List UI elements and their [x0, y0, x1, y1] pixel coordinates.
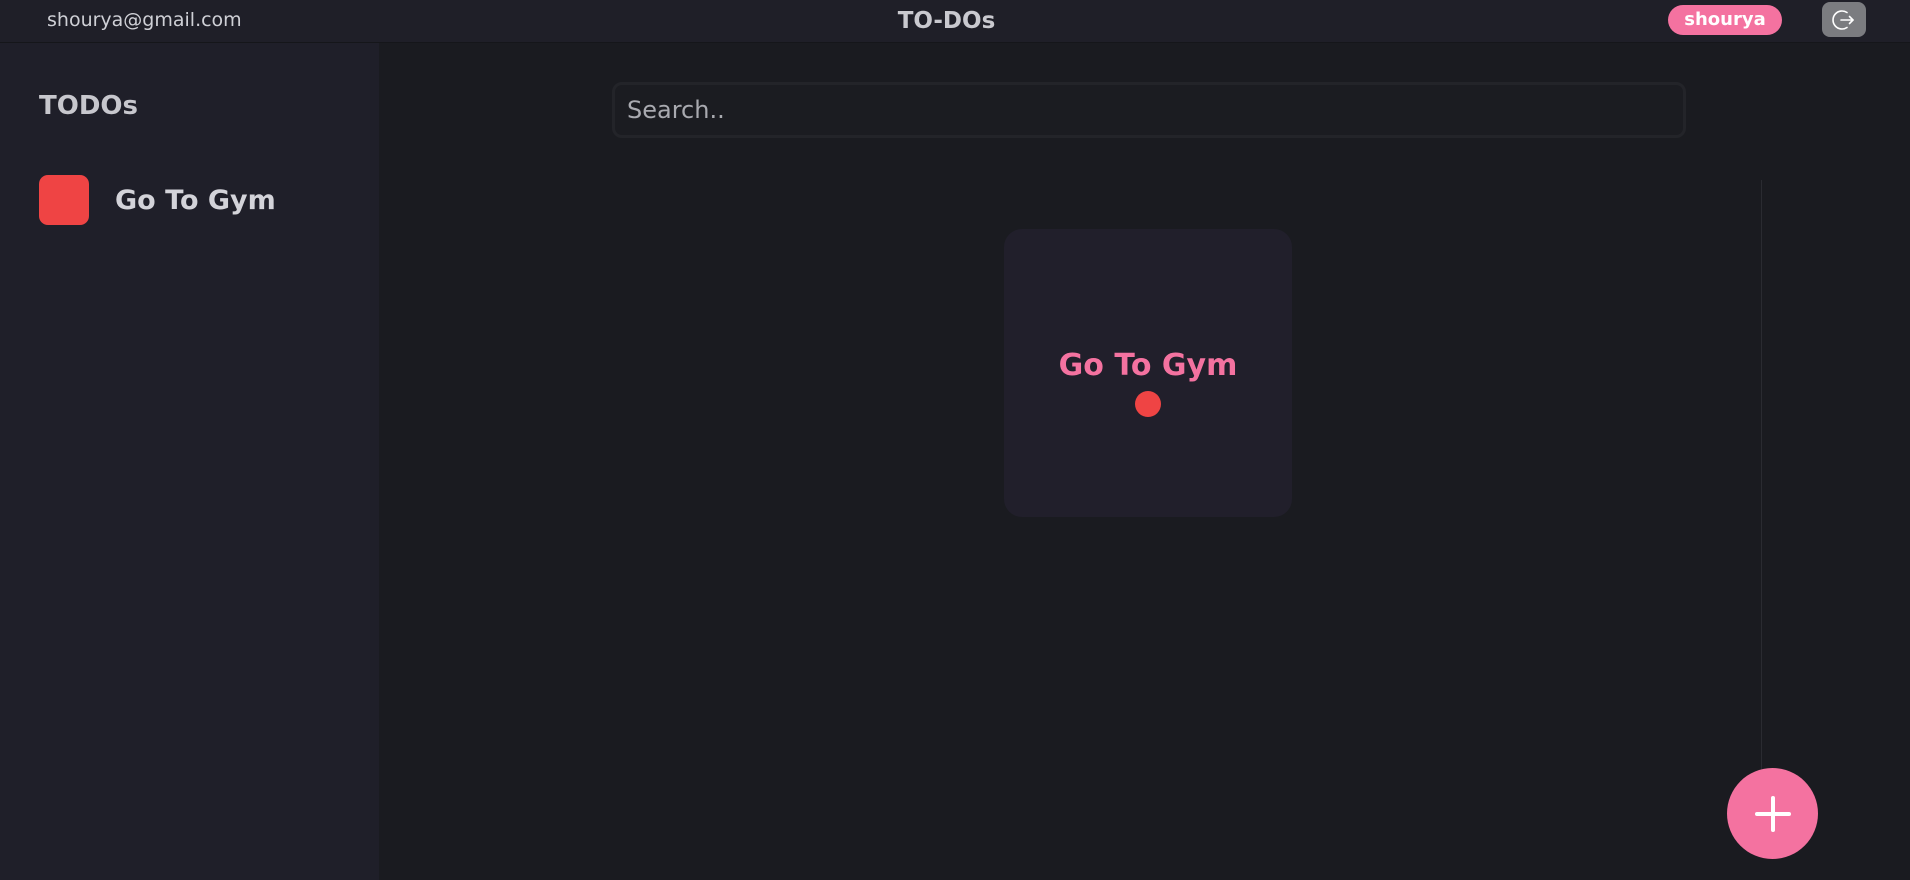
sidebar-item-go-to-gym[interactable]: Go To Gym — [39, 175, 359, 225]
todo-card[interactable]: Go To Gym — [1004, 229, 1292, 517]
app-title: TO-DOs — [897, 8, 996, 34]
add-todo-button[interactable] — [1727, 768, 1818, 859]
sidebar: TODOs Go To Gym — [0, 43, 379, 880]
logout-icon — [1832, 9, 1854, 30]
search-box — [612, 82, 1686, 138]
sidebar-item-label: Go To Gym — [115, 184, 276, 216]
username-badge[interactable]: shourya — [1668, 5, 1782, 35]
sidebar-title: TODOs — [39, 91, 138, 121]
top-bar: shourya@gmail.com TO-DOs shourya — [0, 0, 1910, 43]
logout-button[interactable] — [1822, 2, 1866, 37]
todo-color-dot — [1135, 391, 1161, 417]
plus-icon — [1754, 795, 1791, 832]
search-input[interactable] — [615, 85, 1683, 135]
vertical-divider — [1761, 180, 1762, 770]
todo-color-swatch — [39, 175, 89, 225]
todo-card-title: Go To Gym — [1058, 348, 1238, 383]
